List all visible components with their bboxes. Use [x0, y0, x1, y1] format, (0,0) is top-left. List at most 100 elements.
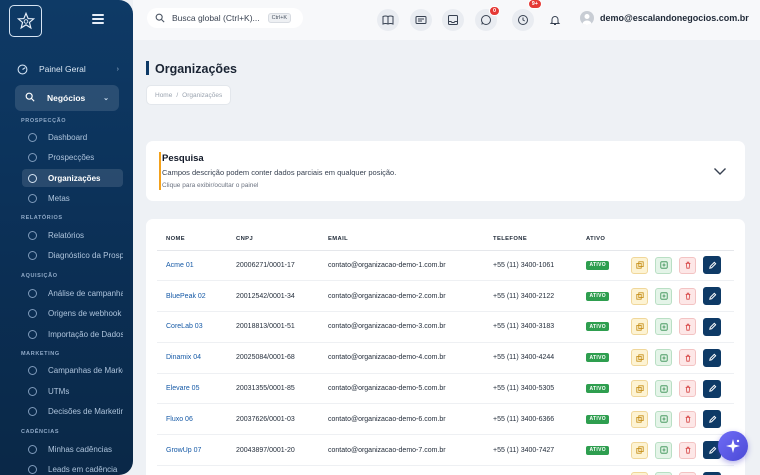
edit-button[interactable] — [703, 256, 721, 275]
table-row[interactable]: GrowUp 07 20043897/0001-20 contato@organiz… — [157, 434, 734, 467]
cell-actions — [622, 465, 734, 475]
sidebar-item-utms[interactable]: UTMs — [22, 382, 123, 400]
sidebar-item-dashboard[interactable]: Dashboard — [22, 128, 123, 146]
sidebar-item-importacao-dados[interactable]: Importação de Dados — [22, 325, 123, 343]
chevron-down-icon[interactable] — [713, 163, 727, 181]
table-row[interactable]: CoreLab 03 20018813/0001-51 contato@organi… — [157, 311, 734, 343]
sidebar-item-relatorios[interactable]: Relatórios — [22, 226, 123, 244]
cell-email: contato@organizacao-demo-6.com.br — [319, 403, 484, 436]
column-header-email[interactable]: EMAIL — [319, 229, 484, 251]
whatsapp-badge: 0 — [488, 6, 500, 16]
cell-nome[interactable]: Dinamix 04 — [157, 342, 227, 374]
bell-icon[interactable] — [544, 9, 566, 31]
duplicate-button[interactable] — [631, 287, 648, 305]
edit-button[interactable] — [703, 287, 721, 306]
global-search-input[interactable]: Busca global (Ctrl+K)... Ctrl+K — [147, 8, 303, 28]
duplicate-button[interactable] — [631, 380, 648, 398]
view-button[interactable] — [655, 349, 672, 367]
column-header-ativo[interactable]: ATIVO — [577, 229, 622, 251]
delete-button[interactable] — [679, 256, 696, 274]
sidebar-item-leads-cadencia[interactable]: Leads em cadência — [22, 460, 123, 475]
duplicate-button[interactable] — [631, 410, 648, 428]
section-label-relatorios: RELATÓRIOS — [21, 215, 63, 221]
sidebar-item-decisoes-marketing[interactable]: Decisões de Marketing — [22, 402, 123, 420]
duplicate-button[interactable] — [631, 441, 648, 459]
column-header-telefone[interactable]: TELEFONE — [484, 229, 577, 251]
table-row[interactable]: Acme 01 20006271/0001-17 contato@organizac… — [157, 250, 734, 282]
table-row[interactable]: BluePeak 02 20012542/0001-34 contato@organ… — [157, 280, 734, 313]
sidebar-item-analise-campanhas[interactable]: Análise de campanhas — [22, 284, 123, 302]
edit-button[interactable] — [703, 348, 721, 367]
duplicate-button[interactable] — [631, 349, 648, 367]
sidebar-item-campanhas-marketing[interactable]: Campanhas de Marketing — [22, 361, 123, 379]
delete-button[interactable] — [679, 410, 696, 428]
view-button[interactable] — [655, 287, 672, 305]
ai-assistant-button[interactable] — [718, 431, 748, 461]
sidebar-item-origens-webhook[interactable]: Origens de webhook — [22, 304, 123, 322]
duplicate-button[interactable] — [631, 256, 648, 274]
id-card-icon[interactable] — [410, 9, 432, 31]
chevron-down-icon: ⌄ — [103, 95, 109, 102]
logo[interactable] — [9, 5, 42, 37]
view-button[interactable] — [655, 256, 672, 274]
cell-nome[interactable]: Elevare 05 — [157, 373, 227, 405]
delete-button[interactable] — [679, 441, 696, 459]
column-header-cnpj[interactable]: CNPJ — [227, 229, 319, 251]
delete-button[interactable] — [679, 318, 696, 336]
column-header-nome[interactable]: NOME — [157, 229, 227, 251]
breadcrumb: Home / Organizações — [146, 85, 232, 105]
user-email: demo@escalandonegocios.com.br — [600, 13, 749, 23]
plus-square-icon — [659, 354, 668, 362]
cell-ativo — [577, 465, 622, 475]
user-menu[interactable]: demo@escalandonegocios.com.br — [580, 11, 749, 25]
sidebar-item-metas[interactable]: Metas — [22, 189, 123, 207]
row-actions — [631, 256, 734, 275]
breadcrumb-home[interactable]: Home — [155, 92, 172, 99]
table-row[interactable] — [157, 465, 734, 475]
search-panel[interactable]: Pesquisa Campos descrição podem conter d… — [146, 141, 745, 201]
whatsapp-icon[interactable]: 0 — [475, 6, 500, 31]
trash-icon — [685, 292, 690, 300]
status-badge: ATIVO — [586, 322, 610, 332]
organizations-table-card: NOME CNPJ EMAIL TELEFONE ATIVO Acme 01 20… — [146, 219, 745, 475]
cell-nome[interactable] — [157, 465, 227, 475]
cell-nome[interactable]: CoreLab 03 — [157, 311, 227, 343]
sidebar-item-minhas-cadencias[interactable]: Minhas cadências — [22, 440, 123, 458]
menu-toggle-icon[interactable] — [92, 14, 104, 24]
cell-telefone: +55 (11) 3400-1061 — [484, 250, 577, 282]
route-icon — [28, 444, 37, 454]
sidebar-item-painel-geral[interactable]: Painel Geral › — [15, 59, 119, 79]
view-button[interactable] — [655, 380, 672, 398]
edit-button[interactable] — [703, 379, 721, 398]
page-title: Organizações — [155, 62, 237, 76]
cell-nome[interactable]: GrowUp 07 — [157, 434, 227, 467]
edit-button[interactable] — [703, 317, 721, 336]
cell-telefone: +55 (11) 3400-4244 — [484, 342, 577, 374]
view-button[interactable] — [655, 410, 672, 428]
sidebar-item-negocios[interactable]: Negócios ⌄ — [15, 85, 119, 111]
cell-nome[interactable]: Fluxo 06 — [157, 403, 227, 436]
panel-subtitle: Campos descrição podem conter dados parc… — [162, 168, 397, 177]
cell-telefone: +55 (11) 3400-7427 — [484, 434, 577, 467]
cell-nome[interactable]: Acme 01 — [157, 250, 227, 282]
table-row[interactable]: Elevare 05 20031355/0001-85 contato@organi… — [157, 373, 734, 405]
clock-icon[interactable]: 9+ — [512, 0, 542, 31]
view-button[interactable] — [655, 441, 672, 459]
cell-ativo: ATIVO — [577, 342, 622, 374]
edit-button[interactable] — [703, 410, 721, 429]
sidebar-item-organizacoes[interactable]: Organizações — [22, 169, 123, 187]
sidebar-item-prospeccoes[interactable]: Prospecções — [22, 148, 123, 166]
view-button[interactable] — [655, 318, 672, 336]
book-icon[interactable] — [377, 9, 399, 31]
sidebar-item-diagnostico[interactable]: Diagnóstico da Prospecção — [22, 246, 123, 264]
duplicate-button[interactable] — [631, 318, 648, 336]
panel-title: Pesquisa — [162, 153, 204, 164]
delete-button[interactable] — [679, 287, 696, 305]
delete-button[interactable] — [679, 380, 696, 398]
dashboard-icon — [28, 132, 37, 142]
inbox-icon[interactable] — [442, 9, 464, 31]
table-row[interactable]: Fluxo 06 20037626/0001-03 contato@organiza… — [157, 403, 734, 436]
cell-nome[interactable]: BluePeak 02 — [157, 280, 227, 313]
table-row[interactable]: Dinamix 04 20025084/0001-68 contato@organi… — [157, 342, 734, 374]
delete-button[interactable] — [679, 349, 696, 367]
